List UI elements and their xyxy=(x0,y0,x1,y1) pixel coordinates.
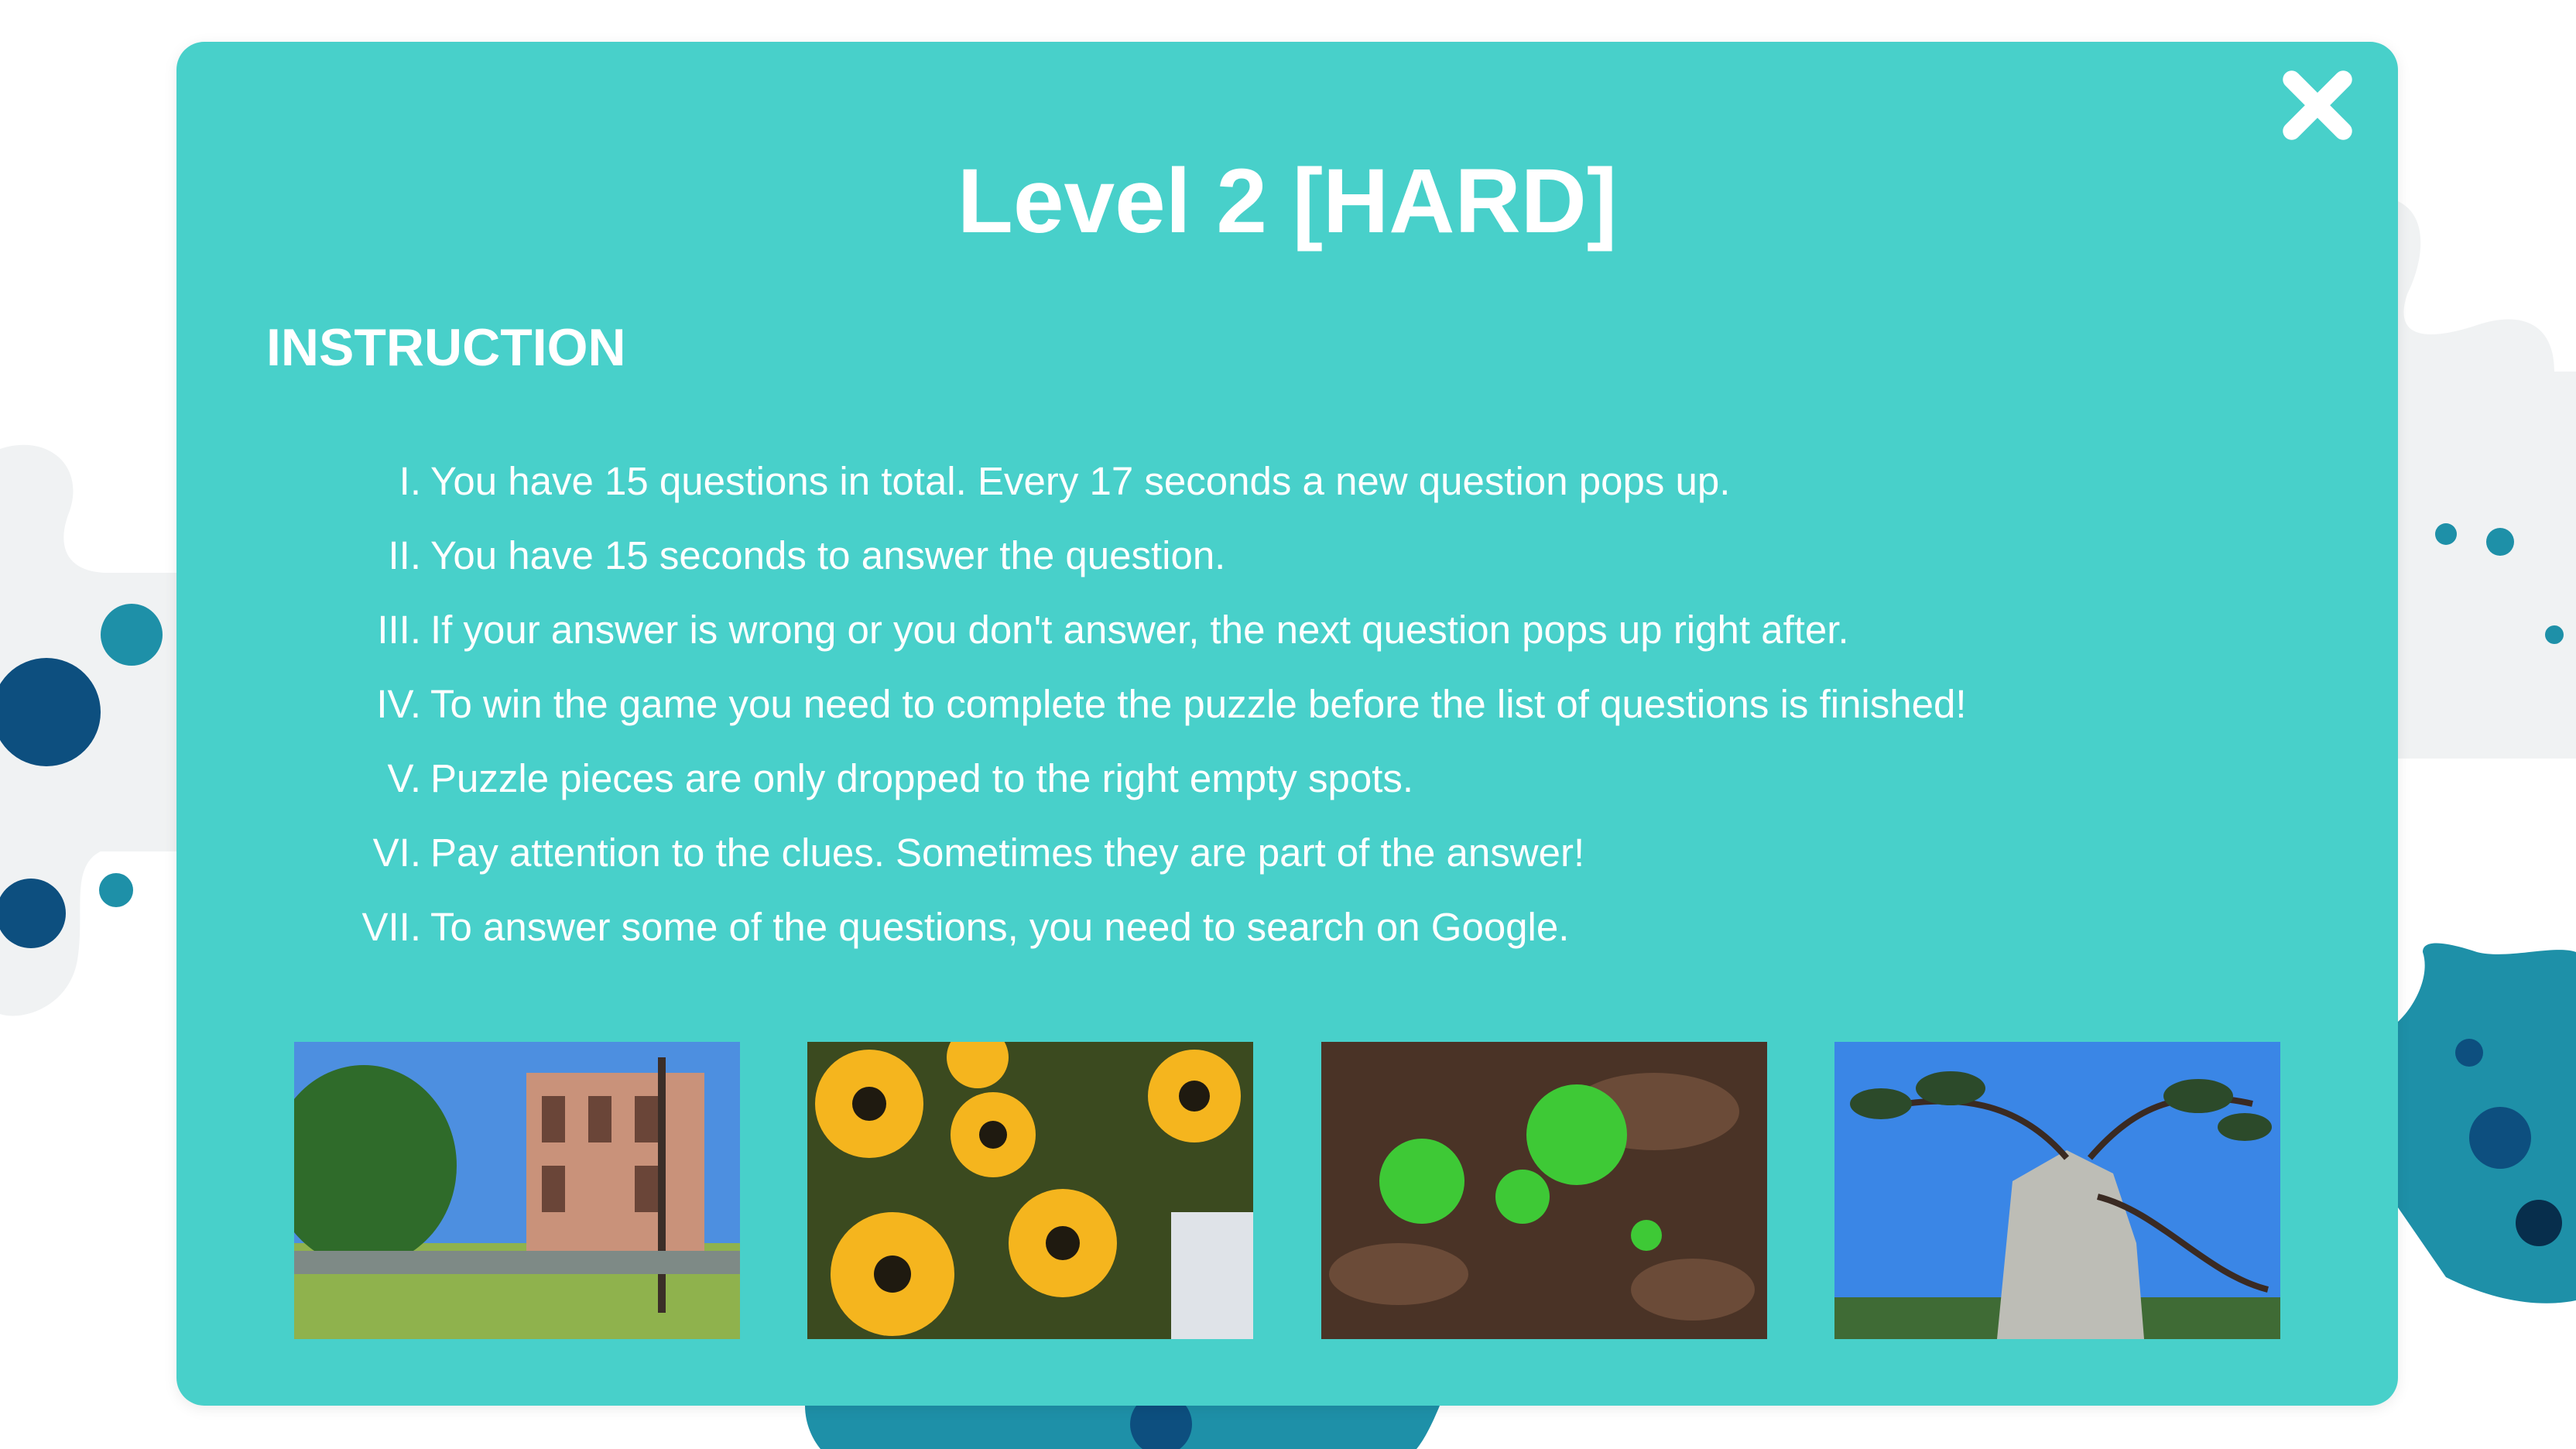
rule-text: Puzzle pieces are only dropped to the ri… xyxy=(430,756,1414,800)
pine-on-rock-photo xyxy=(1834,1042,2280,1339)
rule-number: III. xyxy=(377,608,421,652)
rule-number: II. xyxy=(388,533,421,577)
rule-item: III. If your answer is wrong or you don'… xyxy=(276,593,1967,667)
rule-text: To answer some of the questions, you nee… xyxy=(430,905,1570,949)
rule-text: To win the game you need to complete the… xyxy=(430,682,1967,726)
close-button[interactable] xyxy=(2277,65,2358,146)
city-square-photo xyxy=(294,1042,740,1339)
rule-item: IV. To win the game you need to complete… xyxy=(276,667,1967,742)
rule-text: If your answer is wrong or you don't ans… xyxy=(430,608,1849,652)
photo-strip xyxy=(294,1042,2280,1339)
rule-item: II. You have 15 seconds to answer the qu… xyxy=(276,519,1967,593)
close-icon xyxy=(2283,70,2352,140)
yellow-flowers-photo xyxy=(807,1042,1254,1339)
rule-text: Pay attention to the clues. Sometimes th… xyxy=(430,831,1585,875)
rule-number: IV. xyxy=(376,682,421,726)
green-plants-photo xyxy=(1321,1042,1767,1339)
level-title: Level 2 [HARD] xyxy=(957,150,1618,252)
rule-text: You have 15 questions in total. Every 17… xyxy=(430,459,1731,503)
rule-item: V. Puzzle pieces are only dropped to the… xyxy=(276,742,1967,816)
rule-number: VI. xyxy=(372,831,421,875)
instruction-dialog: Level 2 [HARD] INSTRUCTION I. You have 1… xyxy=(176,42,2398,1406)
instruction-heading: INSTRUCTION xyxy=(266,318,626,377)
rule-item: VII. To answer some of the questions, yo… xyxy=(276,890,1967,964)
rule-text: You have 15 seconds to answer the questi… xyxy=(430,533,1226,577)
rule-item: VI. Pay attention to the clues. Sometime… xyxy=(276,816,1967,890)
rule-number: V. xyxy=(387,756,421,800)
rules-list: I. You have 15 questions in total. Every… xyxy=(276,444,1967,964)
rule-item: I. You have 15 questions in total. Every… xyxy=(276,444,1967,519)
rule-number: I. xyxy=(399,459,421,503)
rule-number: VII. xyxy=(361,905,421,949)
